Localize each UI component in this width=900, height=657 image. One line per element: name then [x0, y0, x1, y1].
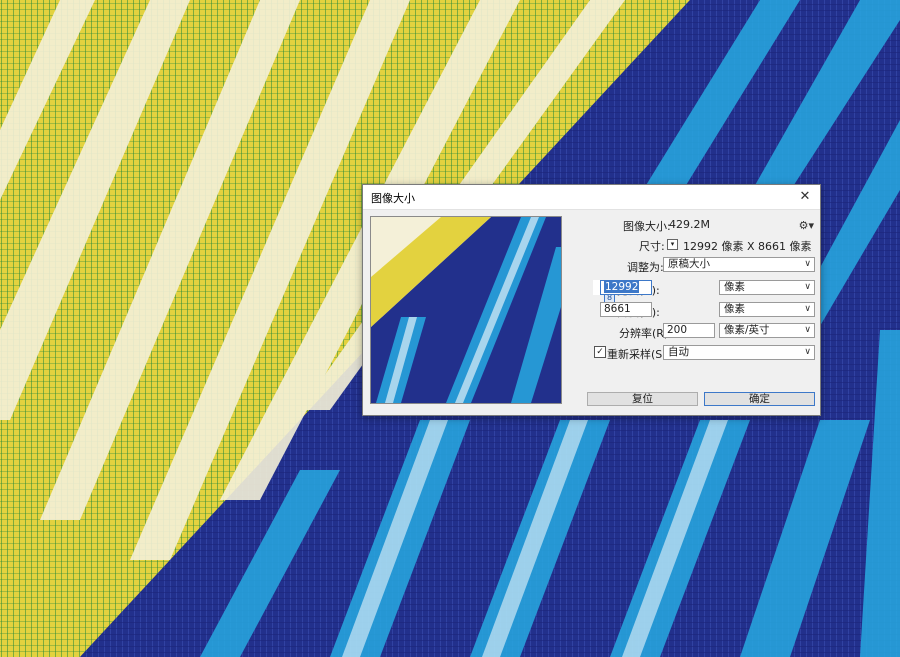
dimensions-value: 12992 像素 X 8661 像素: [683, 240, 812, 253]
image-preview[interactable]: [370, 216, 562, 404]
image-size-label: 图像大小:: [623, 220, 671, 233]
resolution-unit-select[interactable]: 像素/英寸 ∨: [719, 323, 815, 338]
resolution-input[interactable]: 200: [663, 323, 715, 338]
dialog-title: 图像大小: [371, 192, 415, 205]
reset-button[interactable]: 复位: [587, 392, 698, 406]
image-size-value: 429.2M: [669, 218, 710, 231]
chevron-down-icon: ∨: [804, 347, 811, 357]
fit-to-label: 调整为:: [627, 261, 664, 274]
height-input[interactable]: 8661: [600, 302, 652, 317]
image-size-dialog: 图像大小 ✕ 图像大小: 429.2M ⚙▾ 尺寸: ▾ 12992 像素 X …: [362, 184, 821, 416]
dialog-titlebar[interactable]: 图像大小 ✕: [363, 185, 820, 210]
resample-select[interactable]: 自动 ∨: [663, 345, 815, 360]
fit-to-select[interactable]: 原稿大小 ∨: [663, 257, 815, 272]
ok-button[interactable]: 确定: [704, 392, 815, 406]
height-unit-select[interactable]: 像素 ∨: [719, 302, 815, 317]
chevron-down-icon: ∨: [804, 259, 811, 269]
width-input[interactable]: 12992: [600, 280, 652, 295]
chevron-down-icon: ∨: [804, 304, 811, 314]
dimensions-label: 尺寸:: [639, 240, 665, 253]
chevron-down-icon: ∨: [804, 282, 811, 292]
gear-icon[interactable]: ⚙▾: [799, 219, 814, 232]
resample-checkbox[interactable]: ✓: [594, 346, 606, 358]
close-icon[interactable]: ✕: [796, 188, 814, 206]
width-unit-select[interactable]: 像素 ∨: [719, 280, 815, 295]
dimensions-toggle-icon[interactable]: ▾: [667, 239, 678, 250]
resample-label: 重新采样(S):: [607, 348, 671, 361]
chevron-down-icon: ∨: [804, 325, 811, 335]
